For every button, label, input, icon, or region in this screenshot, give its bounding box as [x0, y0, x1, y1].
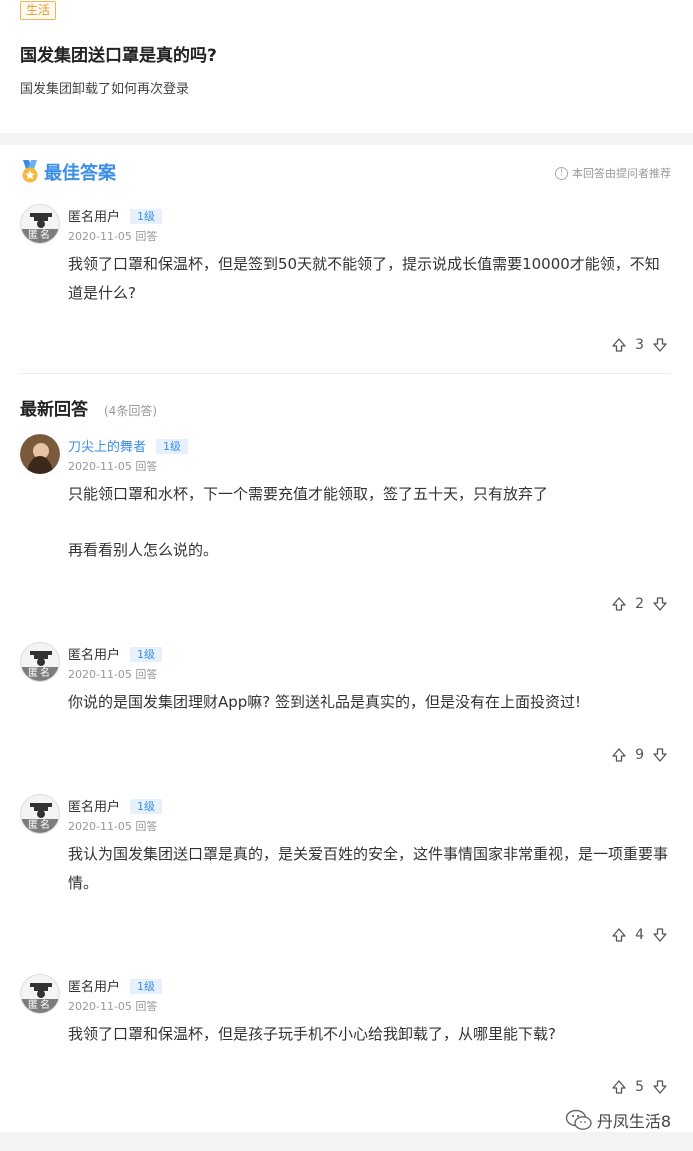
thumb-up-icon[interactable]: [611, 337, 627, 353]
level-badge: 1级: [156, 439, 189, 454]
recommended-note: ! 本回答由提问者推荐: [555, 165, 671, 181]
username: 匿名用户 1级: [68, 796, 163, 815]
vote-bar: 3: [611, 335, 668, 355]
thumb-up-icon[interactable]: [611, 747, 627, 763]
vote-count: 9: [635, 747, 644, 763]
thumb-down-icon[interactable]: [652, 747, 668, 763]
username[interactable]: 刀尖上的舞者 1级: [68, 436, 189, 455]
anonymous-badge: 匿名: [21, 999, 59, 1013]
username: 匿名用户 1级: [68, 206, 163, 225]
answers-card: 最佳答案 ! 本回答由提问者推荐 匿名 匿名用户 1级 2020-11-05 回答…: [0, 145, 693, 1132]
level-badge: 1级: [130, 209, 163, 224]
question-card: 生活 国发集团送口罩是真的吗? 国发集团卸载了如何再次登录: [0, 0, 693, 133]
vote-count: 4: [635, 927, 644, 943]
vote-bar: 9: [611, 745, 668, 765]
vote-count: 5: [635, 1079, 644, 1095]
username-text[interactable]: 刀尖上的舞者: [68, 440, 146, 455]
username-text: 匿名用户: [68, 210, 121, 225]
answer-date: 2020-11-05 回答: [68, 820, 158, 833]
username: 匿名用户 1级: [68, 644, 163, 663]
best-answer-title: 最佳答案: [44, 163, 116, 184]
thumb-down-icon[interactable]: [652, 927, 668, 943]
medal-icon: [22, 160, 38, 183]
level-badge: 1级: [130, 647, 163, 662]
level-badge: 1级: [130, 979, 163, 994]
info-icon: !: [555, 166, 568, 180]
vote-bar: 2: [611, 594, 668, 614]
category-tag[interactable]: 生活: [20, 1, 57, 20]
latest-answers-title: 最新回答: [20, 400, 88, 420]
answer-content: 我认为国发集团送口罩是真的，是关爱百姓的安全，这件事情国家非常重视，是一项重要事…: [68, 845, 669, 892]
username: 匿名用户 1级: [68, 976, 163, 995]
answer-date: 2020-11-05 回答: [68, 668, 158, 681]
thumb-down-icon[interactable]: [652, 596, 668, 612]
thumb-up-icon[interactable]: [611, 596, 627, 612]
username-text: 匿名用户: [68, 980, 121, 995]
watermark-text: 丹凤生活8: [596, 1112, 671, 1131]
vote-count: 3: [635, 337, 644, 353]
vote-bar: 4: [611, 925, 668, 945]
anonymous-badge: 匿名: [21, 819, 59, 833]
latest-answers-header: 最新回答 (4条回答): [20, 395, 157, 420]
thumb-up-icon[interactable]: [611, 1079, 627, 1095]
vote-bar: 5: [611, 1077, 668, 1097]
vote-count: 2: [635, 596, 644, 612]
question-description: 国发集团卸载了如何再次登录: [20, 82, 190, 97]
thumb-down-icon[interactable]: [652, 1079, 668, 1095]
anonymous-badge: 匿名: [21, 667, 59, 681]
avatar[interactable]: 匿名: [20, 642, 60, 682]
answer-paragraph: 再看看别人怎么说的。: [68, 541, 219, 559]
answer-content: 你说的是国发集团理财App嘛? 签到送礼品是真实的，但是没有在上面投资过!: [68, 693, 582, 711]
answer-content: 我领了口罩和保温杯，但是签到50天就不能领了，提示说成长值需要10000才能领，…: [68, 255, 660, 302]
recommended-note-text: 本回答由提问者推荐: [572, 167, 671, 180]
avatar[interactable]: [20, 434, 60, 474]
wechat-icon: [565, 1109, 592, 1130]
username-text: 匿名用户: [68, 800, 121, 815]
divider: [20, 373, 670, 374]
question-title: 国发集团送口罩是真的吗?: [20, 46, 217, 66]
anonymous-badge: 匿名: [21, 229, 59, 243]
answer-content: 我领了口罩和保温杯，但是孩子玩手机不小心给我卸载了，从哪里能下载?: [68, 1025, 556, 1043]
answer-date: 2020-11-05 回答: [68, 230, 158, 243]
thumb-up-icon[interactable]: [611, 927, 627, 943]
thumb-down-icon[interactable]: [652, 337, 668, 353]
best-answer-header: 最佳答案: [20, 159, 116, 185]
answer-paragraph: 只能领口罩和水杯，下一个需要充值才能领取，签了五十天，只有放弃了: [68, 485, 549, 503]
avatar[interactable]: 匿名: [20, 794, 60, 834]
answer-date: 2020-11-05 回答: [68, 460, 158, 473]
answer-count: (4条回答): [104, 404, 157, 418]
user-avatar-icon: [20, 434, 60, 474]
answer-content: 只能领口罩和水杯，下一个需要充值才能领取，签了五十天，只有放弃了 再看看别人怎么…: [68, 480, 672, 565]
answer-date: 2020-11-05 回答: [68, 1000, 158, 1013]
username-text: 匿名用户: [68, 648, 121, 663]
avatar[interactable]: 匿名: [20, 974, 60, 1014]
watermark: 丹凤生活8: [565, 1108, 671, 1132]
level-badge: 1级: [130, 799, 163, 814]
avatar[interactable]: 匿名: [20, 204, 60, 244]
